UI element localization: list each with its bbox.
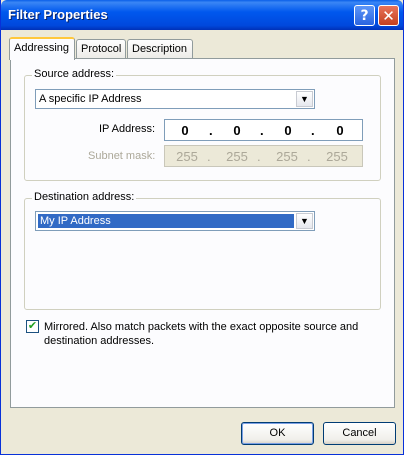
ip-octet-4[interactable]: 0 [325, 123, 355, 138]
tab-addressing[interactable]: Addressing [9, 37, 75, 60]
source-address-group: Source address: A specific IP Address ▼ … [24, 68, 381, 181]
mask-octet-1: 255 [176, 149, 198, 164]
ip-separator: . [209, 123, 213, 138]
cancel-button[interactable]: Cancel [323, 422, 396, 445]
ok-label: OK [269, 427, 286, 439]
ip-separator: . [260, 123, 264, 138]
chevron-down-icon[interactable]: ▼ [296, 213, 313, 229]
help-icon: ? [360, 7, 369, 24]
ip-address-field[interactable]: 0 . 0 . 0 . 0 [164, 119, 363, 141]
ok-button[interactable]: OK [241, 422, 314, 445]
ip-octet-3[interactable]: 0 [273, 123, 303, 138]
subnet-mask-field: 255 . 255 . 255 . 255 [164, 145, 363, 167]
mirrored-checkbox[interactable]: ✔ [26, 320, 39, 333]
chevron-down-icon[interactable]: ▼ [296, 91, 313, 107]
mask-separator: . [257, 149, 261, 164]
subnet-mask-label: Subnet mask: [88, 150, 156, 162]
checkmark-icon: ✔ [27, 320, 38, 332]
mask-octet-4: 255 [326, 149, 348, 164]
destination-address-legend: Destination address: [32, 191, 137, 203]
source-address-dropdown[interactable]: A specific IP Address ▼ [35, 89, 315, 109]
destination-address-group: Destination address: My IP Address ▼ [24, 191, 381, 310]
mask-octet-3: 255 [276, 149, 298, 164]
help-button[interactable]: ? [354, 5, 375, 26]
mask-separator: . [207, 149, 211, 164]
tab-label: Description [132, 43, 188, 55]
tab-label: Protocol [81, 43, 122, 55]
mirrored-label[interactable]: Mirrored. Also match packets with the ex… [44, 320, 379, 348]
selection-highlight: My IP Address [38, 214, 294, 228]
title-bar[interactable]: Filter Properties ? ✕ [1, 0, 403, 30]
tab-label: Addressing [14, 42, 70, 54]
ip-octet-1[interactable]: 0 [170, 123, 200, 138]
ip-separator: . [311, 123, 315, 138]
mask-separator: . [307, 149, 311, 164]
mask-octet-2: 255 [226, 149, 248, 164]
close-button[interactable]: ✕ [378, 5, 399, 26]
tab-panel-addressing: Source address: A specific IP Address ▼ … [10, 58, 395, 408]
tab-protocol[interactable]: Protocol [76, 39, 126, 59]
tab-description[interactable]: Description [127, 39, 193, 59]
window-title: Filter Properties [8, 7, 108, 22]
ip-octet-2[interactable]: 0 [222, 123, 252, 138]
dialog-window: Filter Properties ? ✕ Addressing Protoco… [0, 0, 404, 455]
cancel-label: Cancel [342, 427, 377, 439]
ip-address-label: IP Address: [99, 123, 156, 135]
source-address-legend: Source address: [32, 68, 117, 80]
source-address-value: A specific IP Address [39, 93, 142, 105]
close-icon: ✕ [382, 6, 395, 25]
destination-address-value: My IP Address [40, 215, 111, 227]
destination-address-dropdown[interactable]: My IP Address ▼ [35, 211, 315, 231]
